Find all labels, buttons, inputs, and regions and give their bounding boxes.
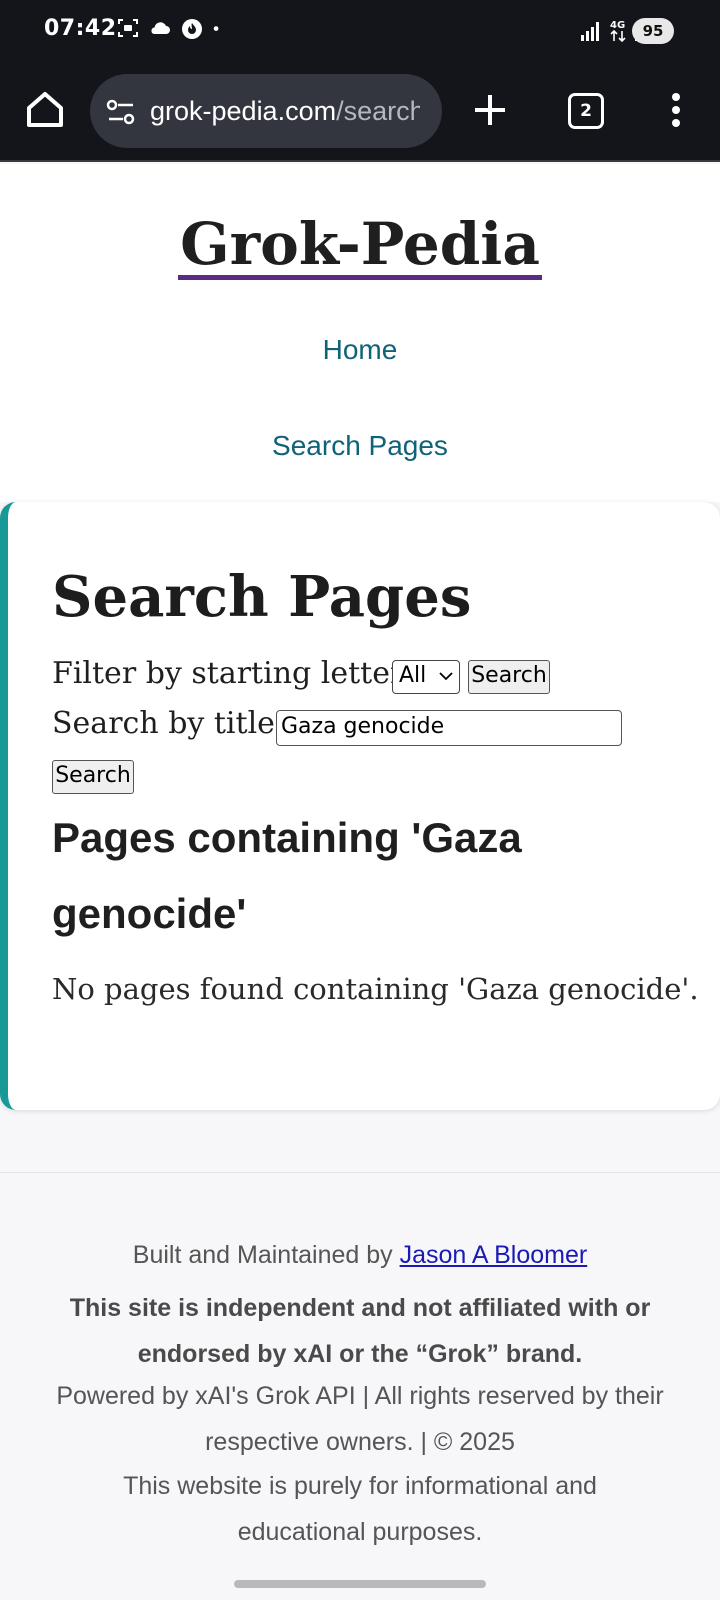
dot-icon bbox=[213, 26, 219, 31]
url-path: /search bbox=[336, 96, 420, 126]
cloud-icon bbox=[151, 22, 170, 34]
filter-label: Filter by starting letter: bbox=[52, 656, 415, 691]
title-search-label: Search by title: bbox=[52, 706, 286, 741]
title-search-button[interactable]: Search bbox=[52, 760, 134, 794]
chevron-down-icon bbox=[439, 672, 453, 681]
home-icon[interactable] bbox=[24, 88, 66, 130]
tabs-icon[interactable]: 2 bbox=[568, 93, 604, 129]
signal-icon bbox=[581, 22, 599, 41]
gesture-nav-bar[interactable] bbox=[234, 1580, 486, 1588]
footer-purpose: This website is purely for informational… bbox=[123, 1472, 597, 1546]
browser-toolbar: grok-pedia.com/search 2 bbox=[0, 62, 720, 162]
fire-icon bbox=[182, 19, 202, 39]
title-search-input[interactable]: Gaza genocide bbox=[276, 710, 622, 746]
footer-credit-prefix: Built and Maintained by bbox=[132, 1241, 400, 1269]
address-bar[interactable]: grok-pedia.com/search bbox=[90, 74, 442, 148]
letter-select[interactable]: All bbox=[392, 660, 460, 694]
site-footer: Built and Maintained by Jason A Bloomer … bbox=[0, 1172, 720, 1572]
url-text[interactable]: grok-pedia.com/search bbox=[150, 96, 420, 127]
author-link[interactable]: Jason A Bloomer bbox=[400, 1241, 588, 1269]
filter-search-button[interactable]: Search bbox=[468, 660, 550, 694]
screenshot-icon bbox=[118, 19, 138, 37]
site-title-link[interactable]: Grok-Pedia bbox=[178, 213, 542, 280]
battery-indicator: 95 bbox=[632, 18, 674, 44]
search-card: Search Pages Filter by starting letter: … bbox=[0, 502, 720, 1110]
data-icon: 4G bbox=[610, 20, 626, 43]
footer-disclaimer: This site is independent and not affilia… bbox=[69, 1294, 651, 1368]
site-title[interactable]: Grok-Pedia bbox=[0, 210, 720, 280]
site-header: Grok-Pedia Home Search Pages bbox=[0, 164, 720, 502]
letter-select-value: All bbox=[399, 663, 427, 688]
nav-home-link[interactable]: Home bbox=[0, 334, 720, 366]
status-time: 07:42 bbox=[44, 16, 117, 41]
no-results-message: No pages found containing 'Gaza genocide… bbox=[52, 972, 699, 1006]
page-title: Search Pages bbox=[52, 564, 472, 630]
site-settings-icon[interactable] bbox=[106, 98, 136, 126]
status-bar: 07:42 4G 95 bbox=[0, 0, 720, 62]
plus-icon[interactable] bbox=[470, 90, 510, 130]
footer-powered: Powered by xAI's Grok API | All rights r… bbox=[56, 1382, 664, 1456]
url-domain: grok-pedia.com bbox=[150, 96, 337, 126]
network-type: 4G bbox=[610, 20, 625, 31]
nav-search-link[interactable]: Search Pages bbox=[0, 430, 720, 462]
footer-credit: Built and Maintained by Jason A Bloomer bbox=[0, 1241, 720, 1270]
more-vert-icon[interactable] bbox=[664, 90, 688, 130]
results-heading: Pages containing 'Gaza genocide' bbox=[52, 814, 522, 937]
